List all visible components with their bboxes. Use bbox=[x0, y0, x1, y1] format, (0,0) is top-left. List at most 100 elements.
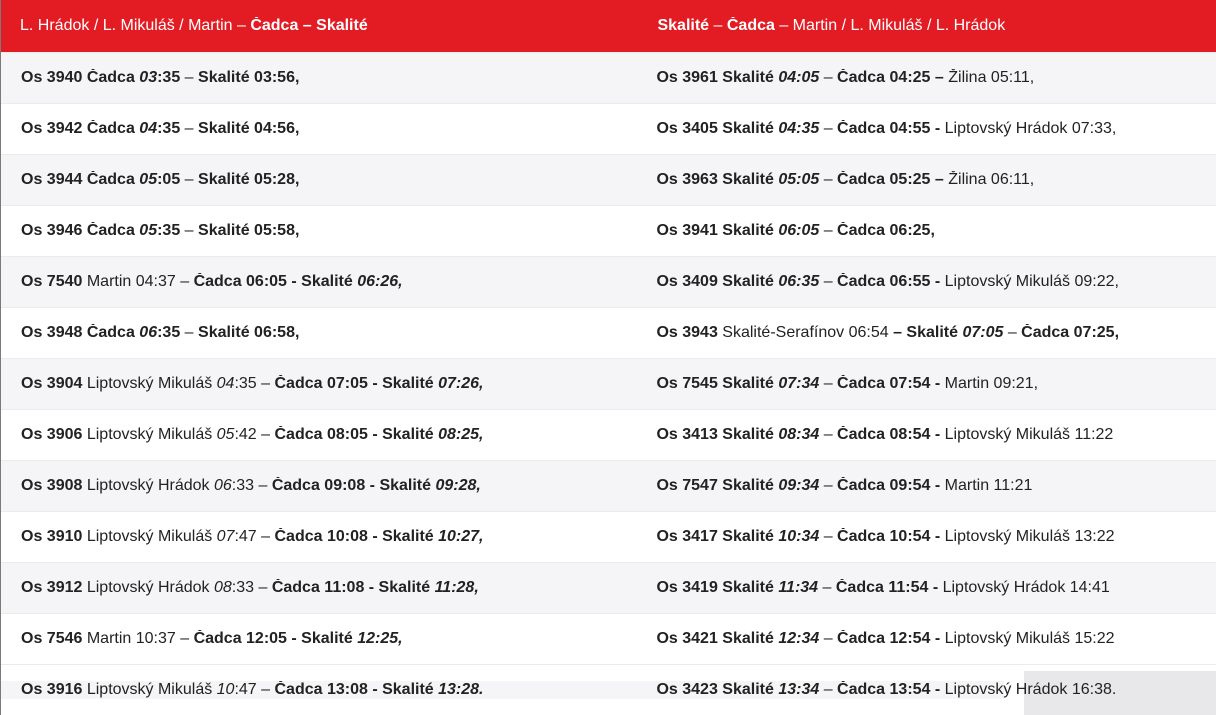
text-segment: Os 3423 Skalité bbox=[656, 681, 779, 698]
text-segment: Os 3941 Skalité bbox=[656, 222, 779, 239]
text-segment: Os 3409 Skalité bbox=[656, 273, 779, 290]
text-segment: Liptovský Mikuláš 11:22 bbox=[944, 426, 1114, 443]
header-direction-from-skalite: Skalité – Čadca – Martin / L. Mikuláš / … bbox=[636, 17, 1216, 35]
text-segment: :47 – bbox=[234, 528, 275, 545]
text-segment: :35 bbox=[157, 69, 181, 86]
text-segment: Os 3906 bbox=[21, 426, 83, 443]
train-to-skalite: Os 3940 Čadca 03:35 – Skalité 03:56, bbox=[1, 69, 636, 87]
text-segment: 13:28. bbox=[438, 681, 484, 698]
text-segment: Čadca 11:08 - Skalité bbox=[271, 579, 435, 596]
text-segment: 06 bbox=[139, 324, 158, 341]
text-segment: :35 bbox=[157, 324, 181, 341]
text-segment: Os 3963 Skalité bbox=[656, 171, 779, 188]
text-segment: 09:34 bbox=[778, 477, 820, 494]
text-segment: Os 3910 bbox=[21, 528, 83, 545]
text-segment: Žilina 06:11, bbox=[948, 171, 1035, 188]
text-segment: 04:05 bbox=[778, 69, 820, 86]
train-to-skalite: Os 3906 Liptovský Mikuláš 05:42 – Čadca … bbox=[1, 426, 636, 444]
text-segment: Os 3961 Skalité bbox=[656, 69, 779, 86]
text-segment: Skalité 04:56, bbox=[198, 120, 300, 137]
text-segment: Skalité bbox=[657, 17, 710, 34]
text-segment: Os 3916 bbox=[21, 681, 83, 698]
text-segment: – bbox=[819, 630, 838, 647]
text-segment: Martin 04:37 – bbox=[82, 273, 194, 290]
text-segment: 06:35 bbox=[778, 273, 820, 290]
text-segment: Čadca 07:25, bbox=[1021, 324, 1120, 341]
text-segment: – bbox=[180, 171, 199, 188]
text-segment: Čadca 08:54 - bbox=[837, 426, 945, 443]
text-segment: Skalité 03:56, bbox=[198, 69, 300, 86]
text-segment: Os 3417 Skalité bbox=[656, 528, 779, 545]
train-to-skalite: Os 3912 Liptovský Hrádok 08:33 – Čadca 1… bbox=[1, 579, 636, 597]
table-row: Os 3948 Čadca 06:35 – Skalité 06:58, Os 3… bbox=[1, 307, 1216, 358]
text-segment: Os 3912 bbox=[21, 579, 83, 596]
table-row: Os 3910 Liptovský Mikuláš 07:47 – Čadca … bbox=[1, 511, 1216, 562]
train-to-skalite: Os 3946 Čadca 05:35 – Skalité 05:58, bbox=[1, 222, 636, 240]
text-segment: Žilina 05:11, bbox=[948, 69, 1035, 86]
text-segment: Martin 11:21 bbox=[944, 477, 1033, 494]
text-segment: Čadca 13:08 - Skalité bbox=[274, 681, 439, 698]
table-row: Os 3904 Liptovský Mikuláš 04:35 – Čadca … bbox=[1, 358, 1216, 409]
text-segment: 07:34 bbox=[778, 375, 820, 392]
text-segment: Os 3942 Čadca bbox=[21, 120, 140, 137]
text-segment: 07 bbox=[216, 528, 235, 545]
text-segment: 03 bbox=[139, 69, 158, 86]
text-segment: – bbox=[819, 171, 838, 188]
text-segment: :47 – bbox=[234, 681, 275, 698]
train-from-skalite: Os 3943 Skalité-Serafínov 06:54 – Skalit… bbox=[636, 324, 1216, 342]
text-segment: Čadca bbox=[726, 17, 775, 34]
text-segment: Čadca 07:05 - Skalité bbox=[274, 375, 439, 392]
text-segment: Skalité 06:58, bbox=[198, 324, 300, 341]
text-segment: Čadca 06:05 - Skalité bbox=[193, 273, 358, 290]
text-segment: – bbox=[819, 375, 838, 392]
text-segment: – bbox=[819, 681, 838, 698]
train-from-skalite: Os 3417 Skalité 10:34 – Čadca 10:54 - Li… bbox=[636, 528, 1216, 546]
text-segment: Os 3943 bbox=[656, 324, 718, 341]
text-segment: Liptovský Mikuláš 13:22 bbox=[944, 528, 1115, 545]
text-segment: 10:34 bbox=[778, 528, 820, 545]
text-segment: – bbox=[819, 120, 838, 137]
text-segment: – bbox=[819, 426, 838, 443]
train-from-skalite: Os 7545 Skalité 07:34 – Čadca 07:54 - Ma… bbox=[636, 375, 1216, 393]
text-segment: 05:05 bbox=[778, 171, 820, 188]
text-segment: Liptovský Mikuláš bbox=[82, 426, 217, 443]
text-segment: 08:34 bbox=[778, 426, 820, 443]
train-from-skalite: Os 3421 Skalité 12:34 – Čadca 12:54 - Li… bbox=[636, 630, 1216, 648]
text-segment: 07:05 bbox=[962, 324, 1004, 341]
text-segment: Skalité-Serafínov 06:54 bbox=[717, 324, 894, 341]
text-segment: Liptovský Mikuláš bbox=[82, 681, 217, 698]
train-from-skalite: Os 7547 Skalité 09:34 – Čadca 09:54 - Ma… bbox=[636, 477, 1216, 495]
table-row: Os 7546 Martin 10:37 – Čadca 12:05 - Ska… bbox=[1, 613, 1216, 664]
text-segment: Liptovský Mikuláš 09:22, bbox=[944, 273, 1119, 290]
text-segment: – bbox=[1003, 324, 1022, 341]
text-segment: – bbox=[180, 324, 199, 341]
text-segment: – bbox=[180, 69, 199, 86]
table-row: Os 3942 Čadca 04:35 – Skalité 04:56, Os 3… bbox=[1, 103, 1216, 154]
text-segment: Os 7545 Skalité bbox=[656, 375, 779, 392]
text-segment: :42 – bbox=[234, 426, 275, 443]
text-segment: 10:27, bbox=[438, 528, 484, 545]
text-segment: Čadca 05:25 – bbox=[837, 171, 949, 188]
text-segment: – bbox=[819, 477, 838, 494]
text-segment: Čadca 08:05 - Skalité bbox=[274, 426, 439, 443]
text-segment: Čadca 13:54 - bbox=[837, 681, 945, 698]
table-row: Os 3906 Liptovský Mikuláš 05:42 – Čadca … bbox=[1, 409, 1216, 460]
text-segment: Čadca 06:55 - bbox=[837, 273, 945, 290]
text-segment: Os 3940 Čadca bbox=[21, 69, 140, 86]
text-segment: Skalité 05:58, bbox=[198, 222, 300, 239]
text-segment: 05 bbox=[139, 171, 158, 188]
text-segment: 05 bbox=[139, 222, 158, 239]
train-from-skalite: Os 3961 Skalité 04:05 – Čadca 04:25 – Ži… bbox=[636, 69, 1216, 87]
text-segment: Os 7547 Skalité bbox=[656, 477, 779, 494]
text-segment: Os 3904 bbox=[21, 375, 83, 392]
train-to-skalite: Os 3910 Liptovský Mikuláš 07:47 – Čadca … bbox=[1, 528, 636, 546]
text-segment: 06:26, bbox=[357, 273, 403, 290]
text-segment: Čadca 06:25, bbox=[837, 222, 935, 239]
text-segment: Os 3948 Čadca bbox=[21, 324, 140, 341]
text-segment: – bbox=[818, 579, 836, 596]
text-segment: 06:05 bbox=[778, 222, 820, 239]
text-segment: Skalité bbox=[316, 17, 368, 34]
text-segment: :35 – bbox=[234, 375, 275, 392]
text-segment: Os 3944 Čadca bbox=[21, 171, 140, 188]
train-from-skalite: Os 3413 Skalité 08:34 – Čadca 08:54 - Li… bbox=[636, 426, 1216, 444]
